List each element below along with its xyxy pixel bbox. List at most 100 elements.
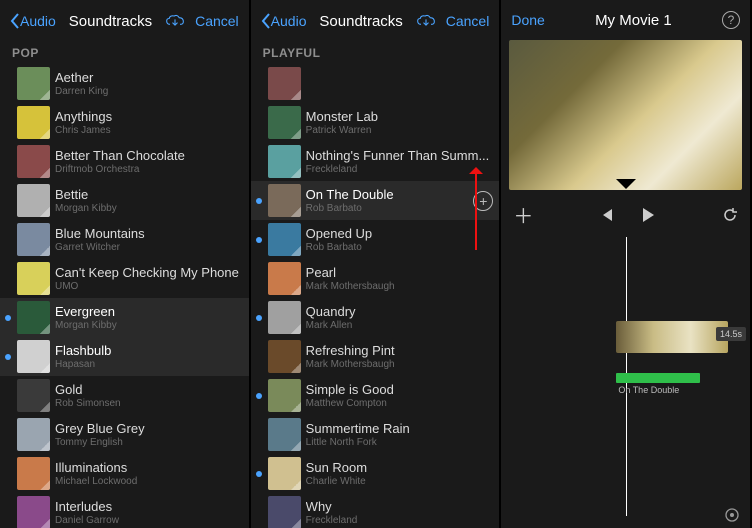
track-title: Blue Mountains <box>55 226 243 241</box>
skip-back-icon[interactable] <box>600 208 614 222</box>
track-title: Pearl <box>306 265 494 280</box>
back-button[interactable]: Audio <box>10 13 56 29</box>
track-artist: Hapasan <box>55 359 243 370</box>
clip-duration: 14.5s <box>716 327 746 341</box>
track-artist: Little North Fork <box>306 437 494 448</box>
track-title: Quandry <box>306 304 494 319</box>
track-row[interactable]: WhyFreckleland <box>251 493 500 528</box>
cancel-button[interactable]: Cancel <box>446 13 490 29</box>
track-title: Gold <box>55 382 243 397</box>
track-artist: Darren King <box>55 86 243 97</box>
soundtracks-panel-playful: Audio Soundtracks Cancel PLAYFUL Monster… <box>251 0 502 528</box>
album-art <box>268 67 301 100</box>
back-label: Audio <box>20 13 56 29</box>
video-clip[interactable] <box>616 321 728 353</box>
track-artist: Michael Lockwood <box>55 476 243 487</box>
track-row[interactable]: AnythingsChris James <box>0 103 249 142</box>
video-preview[interactable] <box>509 40 742 190</box>
track-title: Why <box>306 499 494 514</box>
track-row[interactable]: EvergreenMorgan Kibby <box>0 298 249 337</box>
track-title: Bettie <box>55 187 243 202</box>
track-row[interactable]: PearlMark Mothersbaugh <box>251 259 500 298</box>
editor-panel: Done My Movie 1 ? ＋ 14.5s On The Double <box>501 0 752 528</box>
add-media-button[interactable]: ＋ <box>513 200 533 229</box>
back-label: Audio <box>271 13 307 29</box>
undo-icon[interactable] <box>722 207 738 223</box>
cloud-download-icon[interactable] <box>165 14 185 28</box>
album-art <box>268 145 301 178</box>
track-row[interactable] <box>251 64 500 103</box>
track-artist: Matthew Compton <box>306 398 494 409</box>
soundtracks-panel-pop: Audio Soundtracks Cancel POP AetherDarre… <box>0 0 251 528</box>
back-button[interactable]: Audio <box>261 13 307 29</box>
track-artist: Mark Allen <box>306 320 494 331</box>
timeline[interactable]: 14.5s On The Double <box>501 237 750 528</box>
track-list[interactable]: Monster LabPatrick WarrenNothing's Funne… <box>251 64 500 528</box>
done-button[interactable]: Done <box>511 12 544 28</box>
album-art <box>268 106 301 139</box>
track-title: Nothing's Funner Than Summ... <box>306 148 494 163</box>
track-row[interactable]: FlashbulbHapasan <box>0 337 249 376</box>
track-row[interactable]: On The DoubleRob Barbato+ <box>251 181 500 220</box>
track-artist: Mark Mothersbaugh <box>306 359 494 370</box>
track-row[interactable]: IlluminationsMichael Lockwood <box>0 454 249 493</box>
track-row[interactable]: Summertime RainLittle North Fork <box>251 415 500 454</box>
section-header-pop: POP <box>0 40 249 64</box>
track-title: Can't Keep Checking My Phone <box>55 265 243 280</box>
track-row[interactable]: Opened UpRob Barbato <box>251 220 500 259</box>
track-row[interactable]: Can't Keep Checking My PhoneUMO <box>0 259 249 298</box>
track-row[interactable]: Simple is GoodMatthew Compton <box>251 376 500 415</box>
track-row[interactable]: QuandryMark Allen <box>251 298 500 337</box>
track-row[interactable]: Blue MountainsGarret Witcher <box>0 220 249 259</box>
track-artist: Charlie White <box>306 476 494 487</box>
page-title: Soundtracks <box>69 13 152 30</box>
track-title: Monster Lab <box>306 109 494 124</box>
audio-clip[interactable] <box>616 373 700 383</box>
album-art <box>17 340 50 373</box>
track-artist: Rob Barbato <box>306 242 494 253</box>
track-title: Flashbulb <box>55 343 243 358</box>
cancel-button[interactable]: Cancel <box>195 13 239 29</box>
download-indicator <box>255 471 263 477</box>
album-art <box>17 301 50 334</box>
navbar: Audio Soundtracks Cancel <box>0 0 249 40</box>
track-row[interactable]: AetherDarren King <box>0 64 249 103</box>
track-row[interactable]: Grey Blue GreyTommy English <box>0 415 249 454</box>
track-row[interactable]: Monster LabPatrick Warren <box>251 103 500 142</box>
download-indicator <box>255 393 263 399</box>
album-art <box>17 106 50 139</box>
track-artist: UMO <box>55 281 243 292</box>
track-artist: Freckleland <box>306 164 494 175</box>
track-row[interactable]: BettieMorgan Kibby <box>0 181 249 220</box>
track-row[interactable]: InterludesDaniel Garrow <box>0 493 249 528</box>
track-artist: Morgan Kibby <box>55 320 243 331</box>
cloud-download-icon[interactable] <box>416 14 436 28</box>
download-indicator <box>255 315 263 321</box>
settings-wheel-icon[interactable] <box>724 507 740 523</box>
chevron-left-icon <box>261 13 271 29</box>
track-row[interactable]: Better Than ChocolateDriftmob Orchestra <box>0 142 249 181</box>
track-row[interactable]: GoldRob Simonsen <box>0 376 249 415</box>
album-art <box>268 340 301 373</box>
track-row[interactable]: Refreshing PintMark Mothersbaugh <box>251 337 500 376</box>
track-artist: Tommy English <box>55 437 243 448</box>
album-art <box>17 457 50 490</box>
track-artist: Patrick Warren <box>306 125 494 136</box>
track-row[interactable]: Sun RoomCharlie White <box>251 454 500 493</box>
audio-clip-label: On The Double <box>618 385 679 395</box>
track-title: Interludes <box>55 499 243 514</box>
download-indicator <box>255 198 263 204</box>
album-art <box>268 379 301 412</box>
track-title: Simple is Good <box>306 382 494 397</box>
track-artist: Freckleland <box>306 515 494 526</box>
play-icon[interactable] <box>640 207 656 223</box>
album-art <box>17 67 50 100</box>
bottom-toolbar <box>501 502 750 528</box>
editor-navbar: Done My Movie 1 ? <box>501 0 750 40</box>
track-list[interactable]: AetherDarren KingAnythingsChris JamesBet… <box>0 64 249 528</box>
track-title: Opened Up <box>306 226 494 241</box>
album-art <box>268 184 301 217</box>
section-header-playful: PLAYFUL <box>251 40 500 64</box>
help-icon[interactable]: ? <box>722 11 740 29</box>
track-row[interactable]: Nothing's Funner Than Summ...Freckleland <box>251 142 500 181</box>
